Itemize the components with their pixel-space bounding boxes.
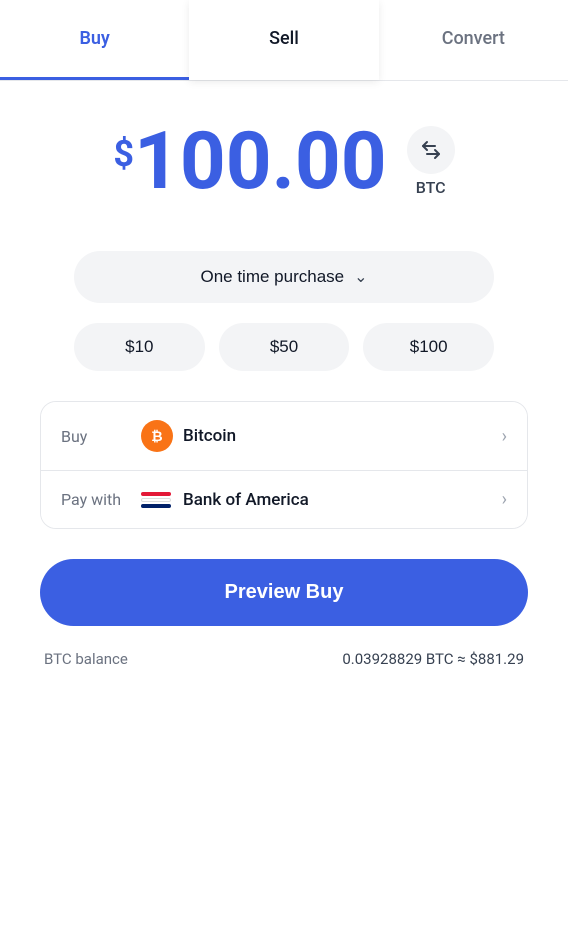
- currency-toggle-button[interactable]: [407, 126, 455, 174]
- btc-balance-label: BTC balance: [44, 650, 128, 668]
- quick-amounts: $10 $50 $100: [74, 323, 494, 371]
- purchase-type-dropdown[interactable]: One time purchase ⌄: [74, 251, 494, 303]
- asset-name: Bitcoin: [183, 426, 236, 446]
- chevron-down-icon: ⌄: [354, 267, 367, 287]
- pay-with-row[interactable]: Pay with Bank of America ›: [41, 471, 527, 528]
- purchase-type-label: One time purchase: [200, 267, 344, 287]
- buy-label: Buy: [61, 427, 141, 446]
- amount-section: $ 100.00 BTC: [40, 121, 528, 201]
- tab-sell[interactable]: Sell: [189, 0, 378, 80]
- bank-name: Bank of America: [183, 490, 309, 510]
- purchase-type: One time purchase ⌄: [74, 251, 494, 303]
- main-content: $ 100.00 BTC One time purchase ⌄ $10: [0, 81, 568, 688]
- currency-symbol: $: [113, 133, 134, 175]
- selection-card: Buy ₿ Bitcoin › Pay with Ban: [40, 401, 528, 529]
- chevron-right-pay-icon: ›: [502, 489, 507, 510]
- amount-value: 100.00: [134, 121, 387, 201]
- tab-buy[interactable]: Buy: [0, 0, 189, 80]
- quick-amount-100[interactable]: $100: [363, 323, 494, 371]
- bitcoin-icon: ₿: [141, 420, 173, 452]
- tab-bar: Buy Sell Convert: [0, 0, 568, 81]
- btc-balance-value: 0.03928829 BTC ≈ $881.29: [342, 650, 524, 668]
- preview-buy-button[interactable]: Preview Buy: [40, 559, 528, 626]
- buy-asset-content: ₿ Bitcoin: [141, 420, 502, 452]
- quick-amount-10[interactable]: $10: [74, 323, 205, 371]
- chevron-right-icon: ›: [502, 426, 507, 447]
- bank-of-america-icon: [141, 490, 173, 510]
- pay-with-content: Bank of America: [141, 490, 502, 510]
- buy-asset-row[interactable]: Buy ₿ Bitcoin ›: [41, 402, 527, 471]
- currency-label: BTC: [416, 178, 446, 197]
- pay-with-label: Pay with: [61, 490, 141, 509]
- quick-amount-50[interactable]: $50: [219, 323, 350, 371]
- tab-convert[interactable]: Convert: [379, 0, 568, 80]
- balance-footer: BTC balance 0.03928829 BTC ≈ $881.29: [40, 650, 528, 668]
- swap-icon: [420, 139, 442, 161]
- amount-display: $ 100.00: [113, 121, 386, 201]
- currency-toggle: BTC: [407, 126, 455, 197]
